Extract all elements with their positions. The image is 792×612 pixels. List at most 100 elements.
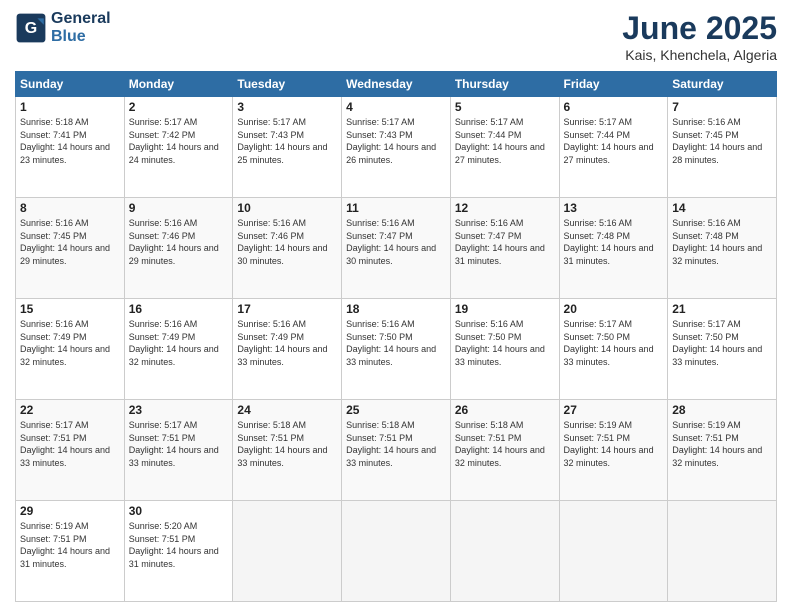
col-wednesday: Wednesday	[342, 72, 451, 97]
table-row: 25 Sunrise: 5:18 AM Sunset: 7:51 PM Dayl…	[342, 400, 451, 501]
col-sunday: Sunday	[16, 72, 125, 97]
table-row: 19 Sunrise: 5:16 AM Sunset: 7:50 PM Dayl…	[450, 299, 559, 400]
day-number: 20	[564, 302, 664, 316]
day-number: 13	[564, 201, 664, 215]
col-thursday: Thursday	[450, 72, 559, 97]
logo-text: General Blue	[51, 10, 111, 45]
day-number: 10	[237, 201, 337, 215]
day-number: 4	[346, 100, 446, 114]
day-info: Sunrise: 5:19 AM Sunset: 7:51 PM Dayligh…	[672, 419, 772, 469]
day-info: Sunrise: 5:16 AM Sunset: 7:46 PM Dayligh…	[237, 217, 337, 267]
col-saturday: Saturday	[668, 72, 777, 97]
day-number: 27	[564, 403, 664, 417]
day-info: Sunrise: 5:19 AM Sunset: 7:51 PM Dayligh…	[564, 419, 664, 469]
day-number: 29	[20, 504, 120, 518]
day-number: 23	[129, 403, 229, 417]
day-number: 26	[455, 403, 555, 417]
day-number: 11	[346, 201, 446, 215]
table-row: 29 Sunrise: 5:19 AM Sunset: 7:51 PM Dayl…	[16, 501, 125, 602]
header: G General Blue June 2025 Kais, Khenchela…	[15, 10, 777, 63]
table-row: 27 Sunrise: 5:19 AM Sunset: 7:51 PM Dayl…	[559, 400, 668, 501]
day-number: 1	[20, 100, 120, 114]
col-tuesday: Tuesday	[233, 72, 342, 97]
day-info: Sunrise: 5:20 AM Sunset: 7:51 PM Dayligh…	[129, 520, 229, 570]
day-info: Sunrise: 5:18 AM Sunset: 7:51 PM Dayligh…	[237, 419, 337, 469]
day-number: 12	[455, 201, 555, 215]
table-row	[233, 501, 342, 602]
table-row: 12 Sunrise: 5:16 AM Sunset: 7:47 PM Dayl…	[450, 198, 559, 299]
table-row: 15 Sunrise: 5:16 AM Sunset: 7:49 PM Dayl…	[16, 299, 125, 400]
day-number: 22	[20, 403, 120, 417]
day-info: Sunrise: 5:17 AM Sunset: 7:44 PM Dayligh…	[455, 116, 555, 166]
day-info: Sunrise: 5:18 AM Sunset: 7:51 PM Dayligh…	[455, 419, 555, 469]
day-number: 14	[672, 201, 772, 215]
table-row: 2 Sunrise: 5:17 AM Sunset: 7:42 PM Dayli…	[124, 97, 233, 198]
day-info: Sunrise: 5:16 AM Sunset: 7:50 PM Dayligh…	[455, 318, 555, 368]
table-row: 4 Sunrise: 5:17 AM Sunset: 7:43 PM Dayli…	[342, 97, 451, 198]
day-info: Sunrise: 5:17 AM Sunset: 7:50 PM Dayligh…	[672, 318, 772, 368]
day-number: 18	[346, 302, 446, 316]
day-info: Sunrise: 5:19 AM Sunset: 7:51 PM Dayligh…	[20, 520, 120, 570]
day-info: Sunrise: 5:17 AM Sunset: 7:43 PM Dayligh…	[237, 116, 337, 166]
day-info: Sunrise: 5:16 AM Sunset: 7:50 PM Dayligh…	[346, 318, 446, 368]
day-number: 17	[237, 302, 337, 316]
day-info: Sunrise: 5:16 AM Sunset: 7:46 PM Dayligh…	[129, 217, 229, 267]
table-row: 5 Sunrise: 5:17 AM Sunset: 7:44 PM Dayli…	[450, 97, 559, 198]
day-info: Sunrise: 5:18 AM Sunset: 7:51 PM Dayligh…	[346, 419, 446, 469]
month-title: June 2025	[622, 10, 777, 47]
table-row: 30 Sunrise: 5:20 AM Sunset: 7:51 PM Dayl…	[124, 501, 233, 602]
day-info: Sunrise: 5:16 AM Sunset: 7:48 PM Dayligh…	[672, 217, 772, 267]
day-number: 30	[129, 504, 229, 518]
table-row: 13 Sunrise: 5:16 AM Sunset: 7:48 PM Dayl…	[559, 198, 668, 299]
day-info: Sunrise: 5:16 AM Sunset: 7:45 PM Dayligh…	[672, 116, 772, 166]
table-row	[668, 501, 777, 602]
day-number: 6	[564, 100, 664, 114]
day-info: Sunrise: 5:16 AM Sunset: 7:49 PM Dayligh…	[129, 318, 229, 368]
table-row: 28 Sunrise: 5:19 AM Sunset: 7:51 PM Dayl…	[668, 400, 777, 501]
day-number: 9	[129, 201, 229, 215]
day-number: 3	[237, 100, 337, 114]
day-info: Sunrise: 5:16 AM Sunset: 7:48 PM Dayligh…	[564, 217, 664, 267]
table-row: 7 Sunrise: 5:16 AM Sunset: 7:45 PM Dayli…	[668, 97, 777, 198]
svg-text:G: G	[25, 19, 37, 36]
day-number: 2	[129, 100, 229, 114]
table-row: 26 Sunrise: 5:18 AM Sunset: 7:51 PM Dayl…	[450, 400, 559, 501]
calendar-header-row: Sunday Monday Tuesday Wednesday Thursday…	[16, 72, 777, 97]
day-info: Sunrise: 5:18 AM Sunset: 7:41 PM Dayligh…	[20, 116, 120, 166]
day-info: Sunrise: 5:17 AM Sunset: 7:50 PM Dayligh…	[564, 318, 664, 368]
day-number: 5	[455, 100, 555, 114]
page: G General Blue June 2025 Kais, Khenchela…	[0, 0, 792, 612]
day-info: Sunrise: 5:16 AM Sunset: 7:49 PM Dayligh…	[20, 318, 120, 368]
location: Kais, Khenchela, Algeria	[622, 47, 777, 63]
table-row: 11 Sunrise: 5:16 AM Sunset: 7:47 PM Dayl…	[342, 198, 451, 299]
calendar-week-row: 15 Sunrise: 5:16 AM Sunset: 7:49 PM Dayl…	[16, 299, 777, 400]
day-info: Sunrise: 5:16 AM Sunset: 7:49 PM Dayligh…	[237, 318, 337, 368]
day-number: 21	[672, 302, 772, 316]
table-row: 3 Sunrise: 5:17 AM Sunset: 7:43 PM Dayli…	[233, 97, 342, 198]
table-row: 22 Sunrise: 5:17 AM Sunset: 7:51 PM Dayl…	[16, 400, 125, 501]
table-row: 1 Sunrise: 5:18 AM Sunset: 7:41 PM Dayli…	[16, 97, 125, 198]
logo: G General Blue	[15, 10, 111, 45]
table-row: 8 Sunrise: 5:16 AM Sunset: 7:45 PM Dayli…	[16, 198, 125, 299]
day-info: Sunrise: 5:17 AM Sunset: 7:43 PM Dayligh…	[346, 116, 446, 166]
table-row: 24 Sunrise: 5:18 AM Sunset: 7:51 PM Dayl…	[233, 400, 342, 501]
calendar-week-row: 29 Sunrise: 5:19 AM Sunset: 7:51 PM Dayl…	[16, 501, 777, 602]
table-row	[450, 501, 559, 602]
title-area: June 2025 Kais, Khenchela, Algeria	[622, 10, 777, 63]
day-number: 19	[455, 302, 555, 316]
calendar-week-row: 22 Sunrise: 5:17 AM Sunset: 7:51 PM Dayl…	[16, 400, 777, 501]
day-info: Sunrise: 5:17 AM Sunset: 7:44 PM Dayligh…	[564, 116, 664, 166]
day-number: 15	[20, 302, 120, 316]
day-info: Sunrise: 5:17 AM Sunset: 7:51 PM Dayligh…	[20, 419, 120, 469]
table-row: 20 Sunrise: 5:17 AM Sunset: 7:50 PM Dayl…	[559, 299, 668, 400]
day-info: Sunrise: 5:16 AM Sunset: 7:47 PM Dayligh…	[346, 217, 446, 267]
table-row: 17 Sunrise: 5:16 AM Sunset: 7:49 PM Dayl…	[233, 299, 342, 400]
day-number: 24	[237, 403, 337, 417]
day-info: Sunrise: 5:17 AM Sunset: 7:42 PM Dayligh…	[129, 116, 229, 166]
logo-icon: G	[15, 12, 47, 44]
col-monday: Monday	[124, 72, 233, 97]
day-info: Sunrise: 5:17 AM Sunset: 7:51 PM Dayligh…	[129, 419, 229, 469]
table-row: 6 Sunrise: 5:17 AM Sunset: 7:44 PM Dayli…	[559, 97, 668, 198]
calendar-week-row: 8 Sunrise: 5:16 AM Sunset: 7:45 PM Dayli…	[16, 198, 777, 299]
table-row	[342, 501, 451, 602]
